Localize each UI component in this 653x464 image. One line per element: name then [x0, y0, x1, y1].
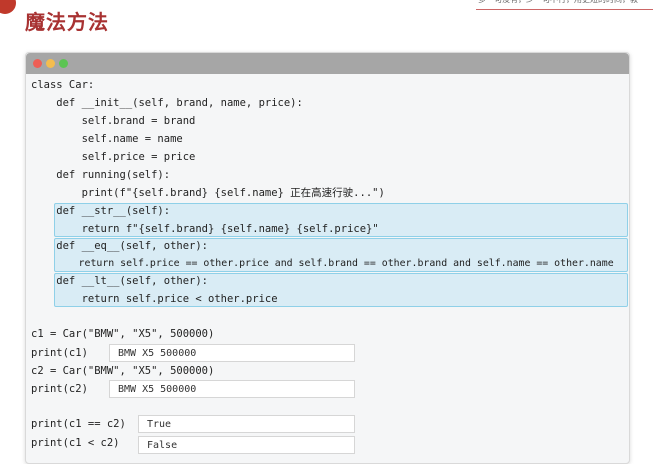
code-line: def __str__(self): — [31, 205, 171, 217]
window-titlebar — [26, 53, 629, 74]
top-note: 多一句没有，少一句不行，用更短的时间，教 — [478, 0, 653, 8]
output-box: BMW X5 500000 — [109, 380, 355, 398]
code-line: return self.price == other.price and sel… — [31, 258, 614, 269]
code-window: class Car: def __init__(self, brand, nam… — [25, 52, 630, 464]
code-line: print(f"{self.brand} {self.name} 正在高速行驶.… — [31, 187, 385, 199]
maximize-dot-icon — [59, 59, 68, 68]
code-line: self.price = price — [31, 151, 196, 163]
code-line: def __lt__(self, other): — [31, 275, 209, 287]
code-line: print(c1 == c2) — [31, 418, 126, 430]
code-line: self.brand = brand — [31, 115, 196, 127]
code-line: self.name = name — [31, 133, 183, 145]
minimize-dot-icon — [46, 59, 55, 68]
code-line: return self.price < other.price — [31, 293, 278, 305]
code-line: c1 = Car("BMW", "X5", 500000) — [31, 328, 215, 340]
code-line: print(c2) — [31, 383, 88, 395]
output-box: False — [138, 436, 355, 454]
code-line: def running(self): — [31, 169, 171, 181]
close-dot-icon — [33, 59, 42, 68]
top-divider — [476, 9, 653, 10]
code-line: def __init__(self, brand, name, price): — [31, 97, 303, 109]
page-title: 魔法方法 — [25, 10, 109, 34]
code-line: print(c1) — [31, 347, 88, 359]
code-line: class Car: — [31, 79, 95, 91]
red-bullet-icon — [0, 0, 16, 14]
code-line: def __eq__(self, other): — [31, 240, 209, 252]
code-line: print(c1 < c2) — [31, 437, 120, 449]
output-box: BMW X5 500000 — [109, 344, 355, 362]
code-line: c2 = Car("BMW", "X5", 500000) — [31, 365, 215, 377]
output-box: True — [138, 415, 355, 433]
code-line: return f"{self.brand} {self.name} {self.… — [31, 223, 379, 235]
